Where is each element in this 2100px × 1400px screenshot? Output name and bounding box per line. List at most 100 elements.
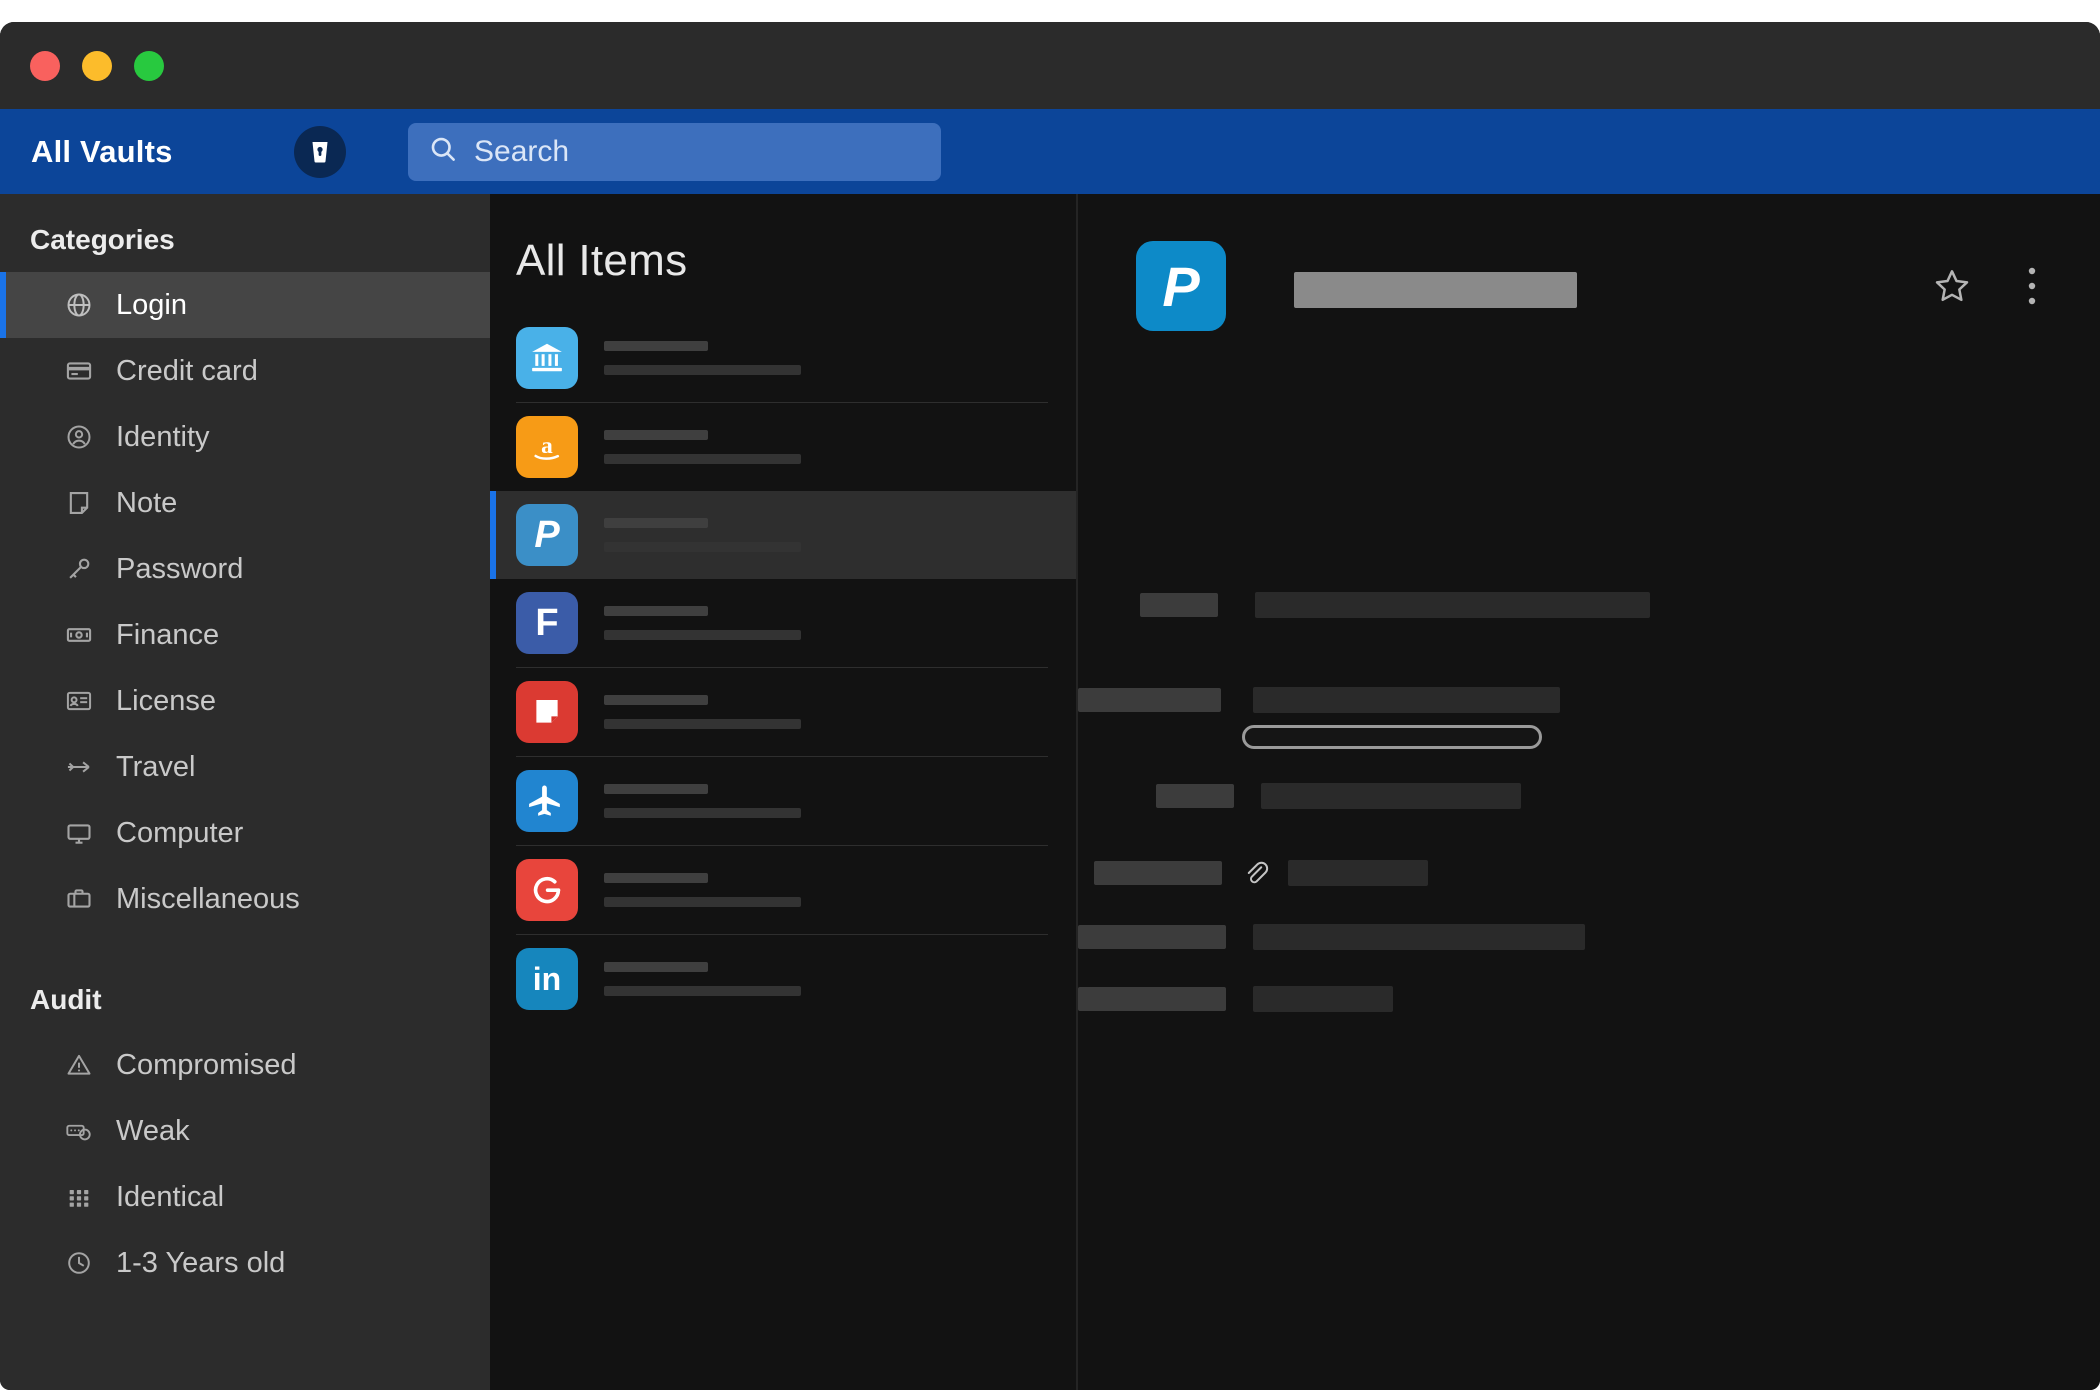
sidebar-item-label: Computer (116, 817, 243, 850)
sidebar-item-computer[interactable]: Computer (0, 800, 490, 866)
field-label-redacted (1140, 593, 1218, 617)
sidebar-item-password[interactable]: Password (0, 536, 490, 602)
detail-field-row[interactable] (1078, 986, 1393, 1012)
list-item-title-redacted (604, 873, 708, 883)
list-item-title-redacted (604, 695, 708, 705)
sidebar-heading-audit: Audit (0, 932, 490, 1032)
sidebar-item-label: 1-3 Years old (116, 1247, 285, 1280)
sidebar-item-label: Miscellaneous (116, 883, 300, 916)
list-item-title-redacted (604, 606, 708, 616)
list-item[interactable]: a (490, 403, 1076, 491)
close-button[interactable] (30, 51, 60, 81)
monitor-icon (64, 818, 94, 848)
identity-icon (64, 422, 94, 452)
detail-field-row[interactable] (1078, 592, 1650, 618)
list-item-text (604, 784, 801, 818)
list-item-subtitle-redacted (604, 630, 801, 640)
search-placeholder: Search (474, 135, 569, 169)
list-item-subtitle-redacted (604, 986, 801, 996)
field-label-redacted (1156, 784, 1234, 808)
sidebar-item-label: Identical (116, 1181, 224, 1214)
sidebar-item-finance[interactable]: Finance (0, 602, 490, 668)
field-value-redacted (1253, 687, 1560, 713)
sidebar-item-travel[interactable]: Travel (0, 734, 490, 800)
sidebar-item-weak[interactable]: Weak (0, 1098, 490, 1164)
field-label-redacted (1078, 987, 1226, 1011)
window-titlebar (0, 22, 2100, 109)
weak-password-icon (64, 1116, 94, 1146)
search-input[interactable]: Search (408, 123, 941, 181)
more-options-button[interactable] (2012, 266, 2052, 310)
list-item[interactable] (490, 846, 1076, 934)
google-icon (516, 859, 578, 921)
sidebar-item-label: Note (116, 487, 177, 520)
list-item-subtitle-redacted (604, 542, 801, 552)
favorite-star-button[interactable] (1932, 266, 1972, 310)
item-list-column: All Items (490, 194, 1078, 1390)
sidebar-heading-categories: Categories (0, 224, 490, 272)
detail-field-row[interactable] (1078, 783, 1521, 809)
detail-item-title-redacted (1294, 272, 1577, 308)
banknote-icon (64, 620, 94, 650)
item-detail-panel: P (1078, 194, 2100, 1390)
sidebar-item-label: Weak (116, 1115, 190, 1148)
detail-field-row[interactable] (1078, 924, 1585, 950)
maximize-button[interactable] (134, 51, 164, 81)
list-item-text (604, 341, 801, 375)
list-item-title-redacted (604, 518, 708, 528)
list-item[interactable]: F (490, 579, 1076, 667)
list-item-title-redacted (604, 341, 708, 351)
detail-header: P (1078, 194, 2100, 354)
list-item-subtitle-redacted (604, 365, 801, 375)
sidebar-item-note[interactable]: Note (0, 470, 490, 536)
onepassword-vault-icon (294, 126, 346, 178)
app-window: All Vaults Search Categories (0, 22, 2100, 1390)
field-label-redacted (1094, 861, 1222, 885)
sidebar-item-credit-card[interactable]: Credit card (0, 338, 490, 404)
minimize-button[interactable] (82, 51, 112, 81)
app-body: Categories Login Credit card (0, 194, 2100, 1390)
briefcase-icon (64, 884, 94, 914)
list-item[interactable] (490, 757, 1076, 845)
list-item[interactable] (490, 314, 1076, 402)
note-icon (64, 488, 94, 518)
list-item-title-redacted (604, 784, 708, 794)
warning-triangle-icon (64, 1050, 94, 1080)
vault-selector[interactable]: All Vaults (24, 134, 294, 170)
field-value-redacted (1253, 986, 1393, 1012)
detail-header-actions (1932, 266, 2052, 310)
detail-field-row[interactable] (1078, 687, 1560, 713)
sidebar-item-identity[interactable]: Identity (0, 404, 490, 470)
star-outline-icon (1932, 266, 1972, 311)
list-item[interactable]: in (490, 935, 1076, 1023)
field-label-redacted (1078, 688, 1221, 712)
field-value-redacted (1261, 783, 1521, 809)
list-item[interactable] (490, 668, 1076, 756)
svg-text:a: a (541, 433, 553, 459)
item-list: a P F (490, 314, 1076, 1023)
airplane-icon (64, 752, 94, 782)
paperclip-icon (1240, 853, 1272, 893)
list-item-selected[interactable]: P (490, 491, 1076, 579)
sidebar-item-miscellaneous[interactable]: Miscellaneous (0, 866, 490, 932)
sidebar-item-label: Travel (116, 751, 196, 784)
sidebar-item-label: Finance (116, 619, 219, 652)
traffic-lights (30, 51, 164, 81)
list-item-subtitle-redacted (604, 454, 801, 464)
sidebar-item-identical[interactable]: Identical (0, 1164, 490, 1230)
sidebar: Categories Login Credit card (0, 194, 490, 1390)
sidebar-item-login[interactable]: Login (0, 272, 490, 338)
key-icon (64, 554, 94, 584)
app-toolbar: All Vaults Search (0, 109, 2100, 194)
sidebar-item-compromised[interactable]: Compromised (0, 1032, 490, 1098)
sidebar-item-years-old[interactable]: 1-3 Years old (0, 1230, 490, 1296)
clock-icon (64, 1248, 94, 1278)
list-item-text (604, 430, 801, 464)
airline-icon (516, 770, 578, 832)
detail-field-row[interactable] (1078, 853, 1428, 893)
amazon-icon: a (516, 416, 578, 478)
sidebar-item-license[interactable]: License (0, 668, 490, 734)
list-item-subtitle-redacted (604, 808, 801, 818)
id-card-icon (64, 686, 94, 716)
paypal-icon: P (516, 504, 578, 566)
